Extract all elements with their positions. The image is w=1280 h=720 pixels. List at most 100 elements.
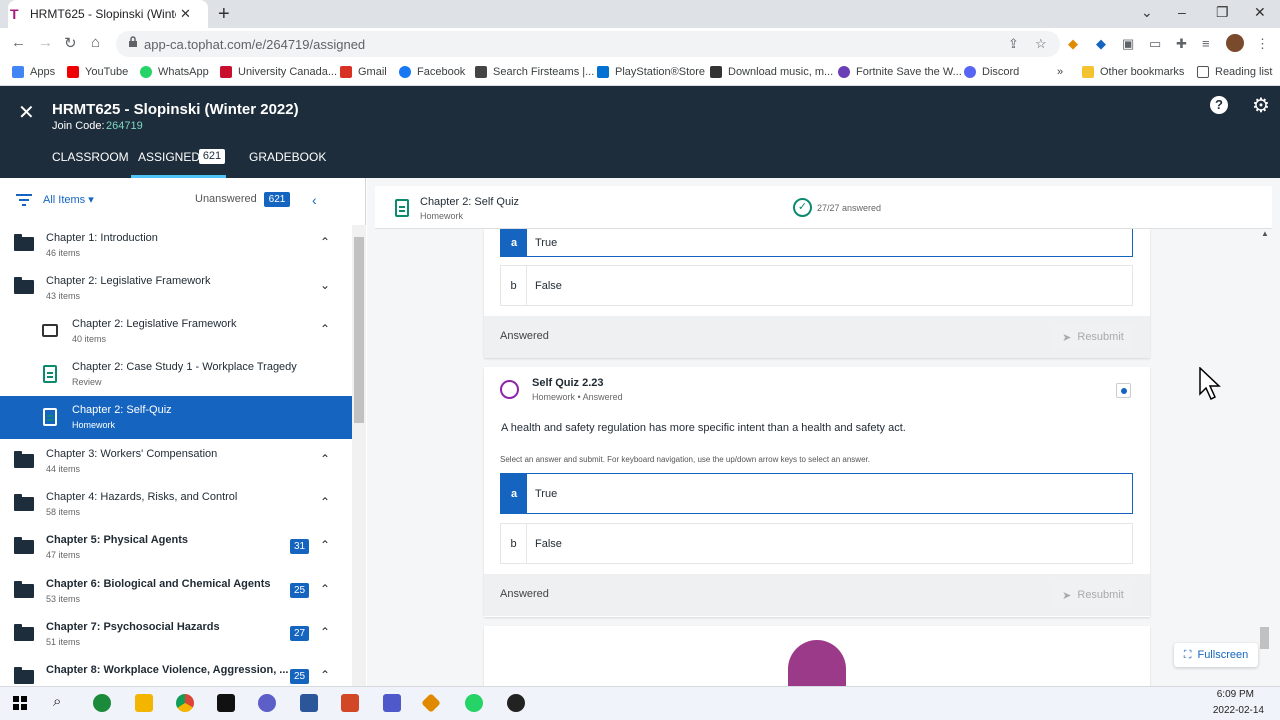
help-icon[interactable]: ? [1210,96,1228,114]
home-icon[interactable]: ⌂ [91,34,100,51]
bookmark-firsteams[interactable]: Search Firsteams |... [475,64,594,80]
tab-gradebook[interactable]: GRADEBOOK [249,150,326,164]
forward-icon[interactable]: → [38,34,53,51]
puzzle-icon[interactable]: ✚ [1176,36,1187,52]
globe-app-icon[interactable] [93,694,111,712]
tab-close-icon[interactable]: ✕ [180,6,191,22]
bookmark-fortnite[interactable]: Fortnite Save the W... [838,64,962,80]
sidebar-item-self-quiz[interactable]: Chapter 2: Self-Quiz Homework [0,396,352,439]
extension-icon[interactable]: ▭ [1149,36,1161,52]
answer-option-b[interactable]: b False [500,523,1133,564]
sidebar-folder-chapter-3[interactable]: Chapter 3: Workers' Compensation 44 item… [0,440,352,483]
answered-status: Answered [500,588,549,600]
search-icon[interactable]: ⌕ [53,693,61,710]
maximize-icon[interactable]: ❐ [1216,4,1229,21]
all-items-dropdown[interactable]: All Items ▾ [43,193,94,206]
resubmit-button[interactable]: ➤ Resubmit [1052,582,1134,608]
option-text: True [535,236,558,249]
gmail-icon [340,66,352,78]
gear-icon[interactable]: ⚙ [1252,93,1270,118]
close-icon[interactable]: ✕ [18,100,35,125]
sidebar-folder-chapter-7[interactable]: Chapter 7: Psychosocial Hazards 51 items… [0,613,352,656]
app-icon[interactable] [217,694,235,712]
window-close-icon[interactable]: ✕ [1254,4,1266,21]
reload-icon[interactable]: ↻ [64,34,77,52]
bookmark-download-music[interactable]: Download music, m... [710,64,833,80]
avatar[interactable] [1226,34,1244,52]
bookmarks-overflow-icon[interactable]: » [1057,64,1063,80]
chevron-up-icon[interactable]: ⌃ [320,235,330,249]
chevron-down-icon[interactable]: ⌄ [320,278,330,292]
sidebar-item-title: Chapter 7: Psychosocial Hazards [46,621,220,633]
sidebar-folder-chapter-4[interactable]: Chapter 4: Hazards, Risks, and Control 5… [0,483,352,526]
main-scrollbar[interactable]: ▲ [1258,229,1272,686]
resubmit-label: Resubmit [1077,331,1124,343]
bookmark-university[interactable]: University Canada... [220,64,337,80]
bookmark-apps[interactable]: Apps [12,64,55,80]
answered-count: 27/27 answered [817,203,882,213]
powerpoint-icon[interactable] [341,694,359,712]
bookmark-whatsapp[interactable]: WhatsApp [140,64,209,80]
tab-assigned[interactable]: ASSIGNED [138,150,200,164]
tab-search-icon[interactable]: ⌄ [1141,4,1153,21]
fullscreen-button[interactable]: ⛶ Fullscreen [1174,643,1258,667]
filter-icon[interactable] [16,194,32,206]
resubmit-button[interactable]: ➤ Resubmit [1052,324,1134,350]
flag-icon[interactable] [1116,383,1131,398]
bookmark-discord[interactable]: Discord [964,64,1019,80]
collapse-sidebar-icon[interactable]: ‹ [312,192,317,208]
sidebar-folder-chapter-8[interactable]: Chapter 8: Workplace Violence, Aggressio… [0,656,352,686]
sidebar-item-case-study[interactable]: Chapter 2: Case Study 1 - Workplace Trag… [0,353,352,396]
document-icon [43,365,57,383]
sidebar-item-sub: 47 items [46,550,81,560]
other-bookmarks[interactable]: Other bookmarks [1082,64,1184,80]
chevron-up-icon[interactable]: ⌃ [320,538,330,552]
answer-option-a[interactable]: a True [500,229,1133,257]
chevron-up-icon[interactable]: ⌃ [320,668,330,682]
bookmark-youtube[interactable]: YouTube [67,64,128,80]
main-scrollbar-thumb [1260,627,1269,649]
whatsapp-icon[interactable] [465,694,483,712]
bookmark-gmail[interactable]: Gmail [340,64,387,80]
share-icon[interactable]: ⇪ [1008,36,1019,52]
chevron-up-icon[interactable]: ⌃ [320,322,330,336]
shield-icon [475,66,487,78]
back-icon[interactable]: ← [11,34,26,51]
teams-icon[interactable] [383,694,401,712]
new-tab-icon[interactable]: + [218,3,230,26]
tab-classroom[interactable]: CLASSROOM [52,150,129,164]
chevron-up-icon[interactable]: ⌃ [320,582,330,596]
bookmark-playstation[interactable]: PlayStation®Store [597,64,705,80]
star-icon[interactable]: ☆ [1035,36,1047,52]
option-text: True [535,487,558,500]
sidebar-folder-chapter-1[interactable]: Chapter 1: Introduction 46 items ⌃ [0,223,352,266]
bookmark-facebook[interactable]: Facebook [399,64,465,80]
answer-option-a[interactable]: a True [500,473,1133,514]
file-explorer-icon[interactable] [135,694,153,712]
word-icon[interactable] [300,694,318,712]
windows-start-icon[interactable] [13,696,27,710]
chevron-up-icon[interactable]: ⌃ [320,452,330,466]
extension-icon[interactable]: ▣ [1122,36,1134,52]
chrome-icon[interactable] [176,694,194,712]
reading-list-icon[interactable]: ≡ [1202,36,1210,51]
discord-icon[interactable] [258,694,276,712]
sidebar-folder-chapter-2[interactable]: Chapter 2: Legislative Framework 43 item… [0,266,352,309]
sidebar-folder-chapter-5[interactable]: Chapter 5: Physical Agents 47 items 31 ⌃ [0,526,352,569]
course-title: HRMT625 - Slopinski (Winter 2022) [52,101,299,118]
sidebar-scrollbar-thumb[interactable] [354,237,364,423]
question-icon [500,380,519,399]
answer-option-b[interactable]: b False [500,265,1133,306]
university-icon [220,66,232,78]
document-icon [43,408,57,426]
app-icon[interactable] [507,694,525,712]
menu-icon[interactable]: ⋮ [1256,36,1269,52]
sidebar-subfolder-legislative[interactable]: Chapter 2: Legislative Framework 40 item… [0,310,352,353]
extension-icon[interactable]: ◆ [1068,36,1078,52]
chevron-up-icon[interactable]: ⌃ [320,495,330,509]
reading-list[interactable]: Reading list [1197,64,1272,80]
chevron-up-icon[interactable]: ⌃ [320,625,330,639]
extension-icon[interactable]: ◆ [1096,36,1106,52]
minimize-icon[interactable]: – [1178,4,1186,20]
sidebar-folder-chapter-6[interactable]: Chapter 6: Biological and Chemical Agent… [0,570,352,613]
